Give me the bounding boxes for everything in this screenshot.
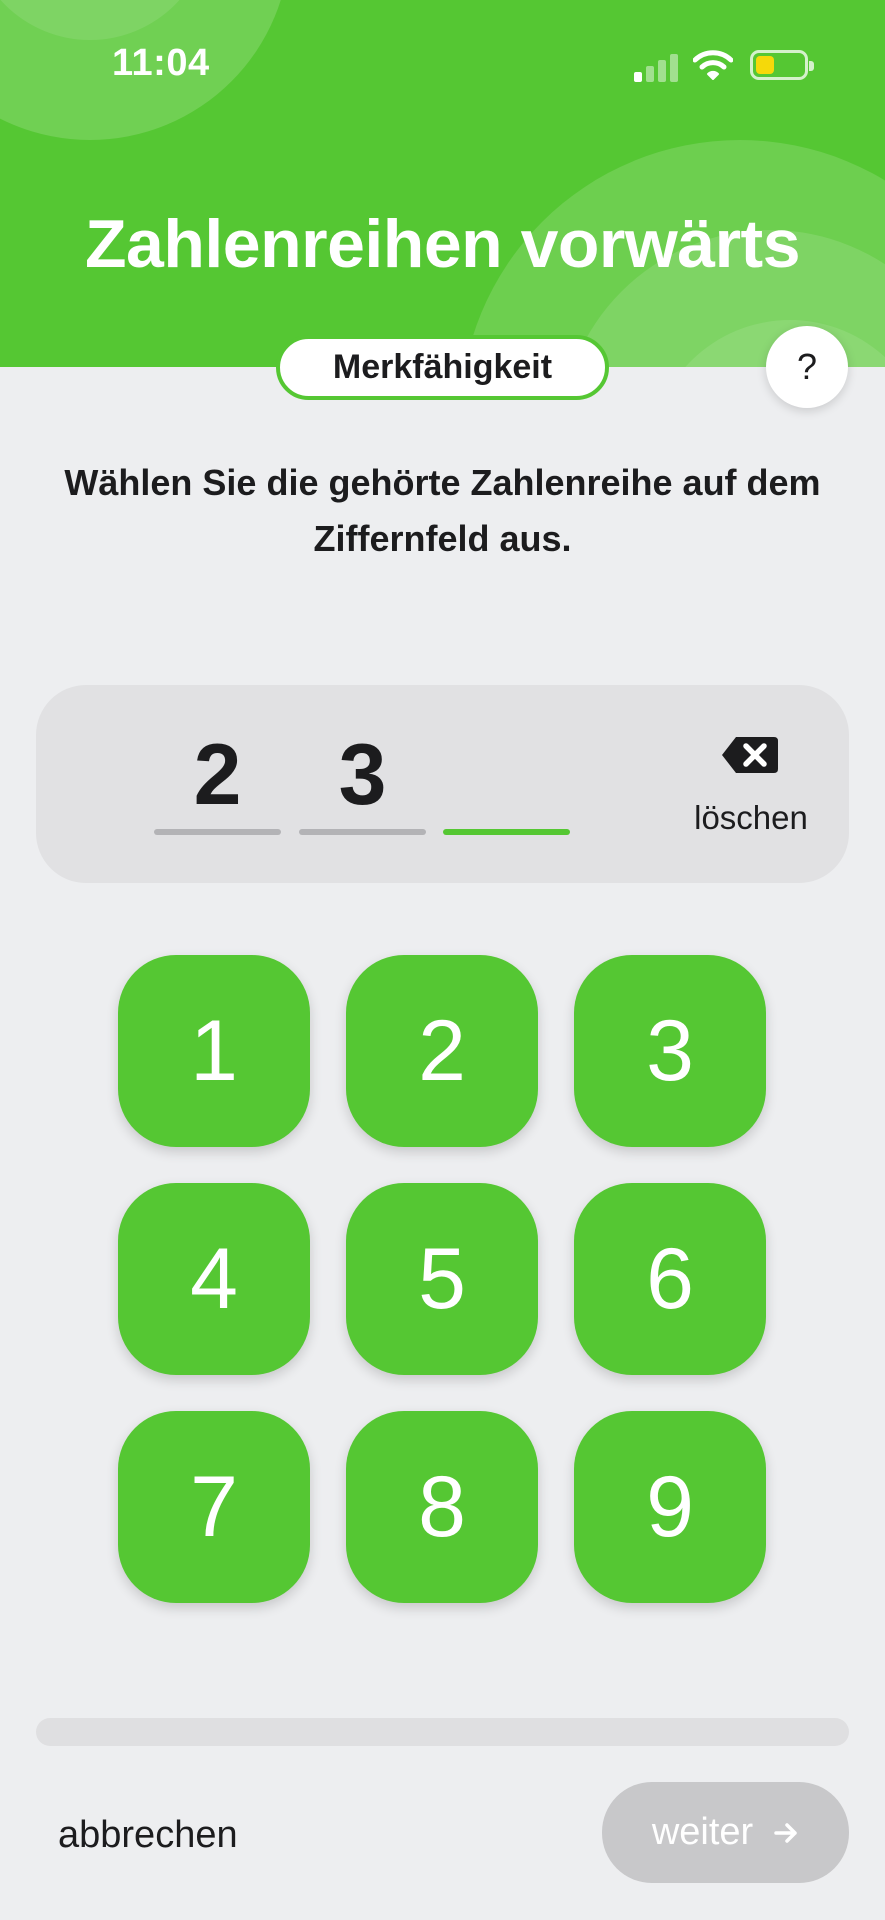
progress-bar	[36, 1718, 849, 1746]
backspace-icon	[722, 737, 778, 773]
battery-icon	[750, 50, 814, 80]
signal-icon	[634, 52, 678, 82]
cancel-button[interactable]: abbrechen	[58, 1810, 238, 1860]
arrow-right-icon	[774, 1822, 797, 1843]
key-4[interactable]: 4	[118, 1183, 310, 1375]
key-7[interactable]: 7	[118, 1411, 310, 1603]
battery-level	[756, 56, 774, 74]
page-title: Zahlenreihen vorwärts	[84, 206, 801, 282]
entered-digit: 2	[193, 727, 242, 823]
category-badge: Merkfähigkeit	[276, 335, 609, 400]
key-6[interactable]: 6	[574, 1183, 766, 1375]
key-3[interactable]: 3	[574, 955, 766, 1147]
key-1[interactable]: 1	[118, 955, 310, 1147]
next-button[interactable]: weiter	[602, 1782, 849, 1883]
key-8[interactable]: 8	[346, 1411, 538, 1603]
digit-slot-active	[443, 725, 570, 835]
wifi-icon	[693, 50, 733, 80]
help-button[interactable]: ?	[766, 326, 848, 408]
instruction-text: Wählen Sie die gehörte Zahlenreihe auf d…	[64, 462, 821, 559]
slot-underline	[299, 829, 426, 835]
slot-underline-active	[443, 829, 570, 835]
digit-entry-display: 2 3 löschen	[36, 685, 849, 883]
header-banner: 11:04 Zahlenreihen vorwärts	[0, 0, 885, 367]
key-9[interactable]: 9	[574, 1411, 766, 1603]
key-2[interactable]: 2	[346, 955, 538, 1147]
delete-label: löschen	[694, 799, 808, 836]
slot-underline	[154, 829, 281, 835]
key-5[interactable]: 5	[346, 1183, 538, 1375]
status-bar: 11:04	[0, 0, 885, 130]
digit-slot: 2	[154, 725, 281, 835]
delete-button[interactable]: löschen	[676, 735, 826, 836]
digit-slot: 3	[299, 725, 426, 835]
entered-digit: 3	[338, 727, 387, 823]
status-time: 11:04	[112, 42, 210, 84]
next-label: weiter	[651, 1811, 754, 1853]
